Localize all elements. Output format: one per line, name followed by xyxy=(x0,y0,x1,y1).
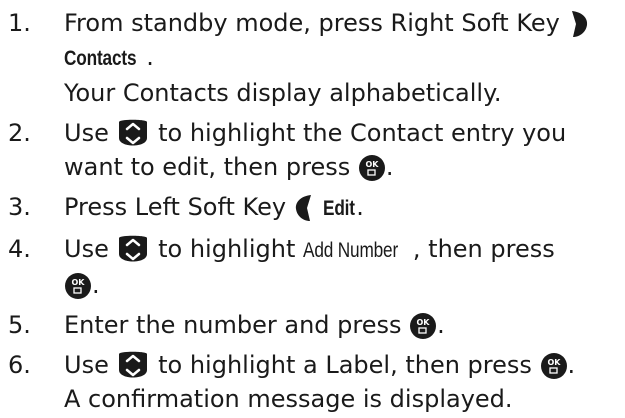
contacts-softkey-label: Contacts xyxy=(64,47,137,70)
ok-key-icon: OK xyxy=(358,154,386,182)
step-4: 4. Use to highlight Add Number, then pre… xyxy=(0,232,625,302)
right-soft-key-icon xyxy=(567,9,589,39)
left-soft-key-icon xyxy=(294,193,316,223)
step-result-text: Your Contacts display alphabetically. xyxy=(64,79,502,107)
instructions-list: 1. From standby mode, press Right Soft K… xyxy=(0,6,625,416)
step-number: 5. xyxy=(8,311,31,339)
step-6: 6. Use to highlight a Label, then press … xyxy=(0,348,625,416)
svg-text:OK: OK xyxy=(547,358,561,367)
step-2: 2. Use to highlight the Contact entry yo… xyxy=(0,116,625,184)
step-text: From standby mode, press Right Soft Key xyxy=(64,9,560,37)
step-5: 5. Enter the number and press OK . xyxy=(0,308,625,342)
step-number: 4. xyxy=(8,235,31,263)
edit-softkey-label: Edit xyxy=(323,197,356,220)
step-3: 3. Press Left Soft Key Edit. xyxy=(0,190,625,226)
step-number: 6. xyxy=(8,351,31,379)
nav-key-icon xyxy=(116,234,150,266)
ok-key-icon: OK xyxy=(540,352,568,380)
step-number: 1. xyxy=(8,9,31,37)
step-number: 3. xyxy=(8,193,31,221)
svg-text:OK: OK xyxy=(365,160,379,169)
step-1: 1. From standby mode, press Right Soft K… xyxy=(0,6,625,110)
nav-key-icon xyxy=(116,350,150,382)
ok-key-icon: OK xyxy=(409,312,437,340)
svg-text:OK: OK xyxy=(417,318,431,327)
ok-key-icon: OK xyxy=(64,272,92,300)
menu-option-label: Add Number xyxy=(303,239,399,262)
nav-key-icon xyxy=(116,118,150,150)
step-result-text: A confirmation message is displayed. xyxy=(64,385,513,413)
svg-text:OK: OK xyxy=(72,278,86,287)
step-number: 2. xyxy=(8,119,31,147)
